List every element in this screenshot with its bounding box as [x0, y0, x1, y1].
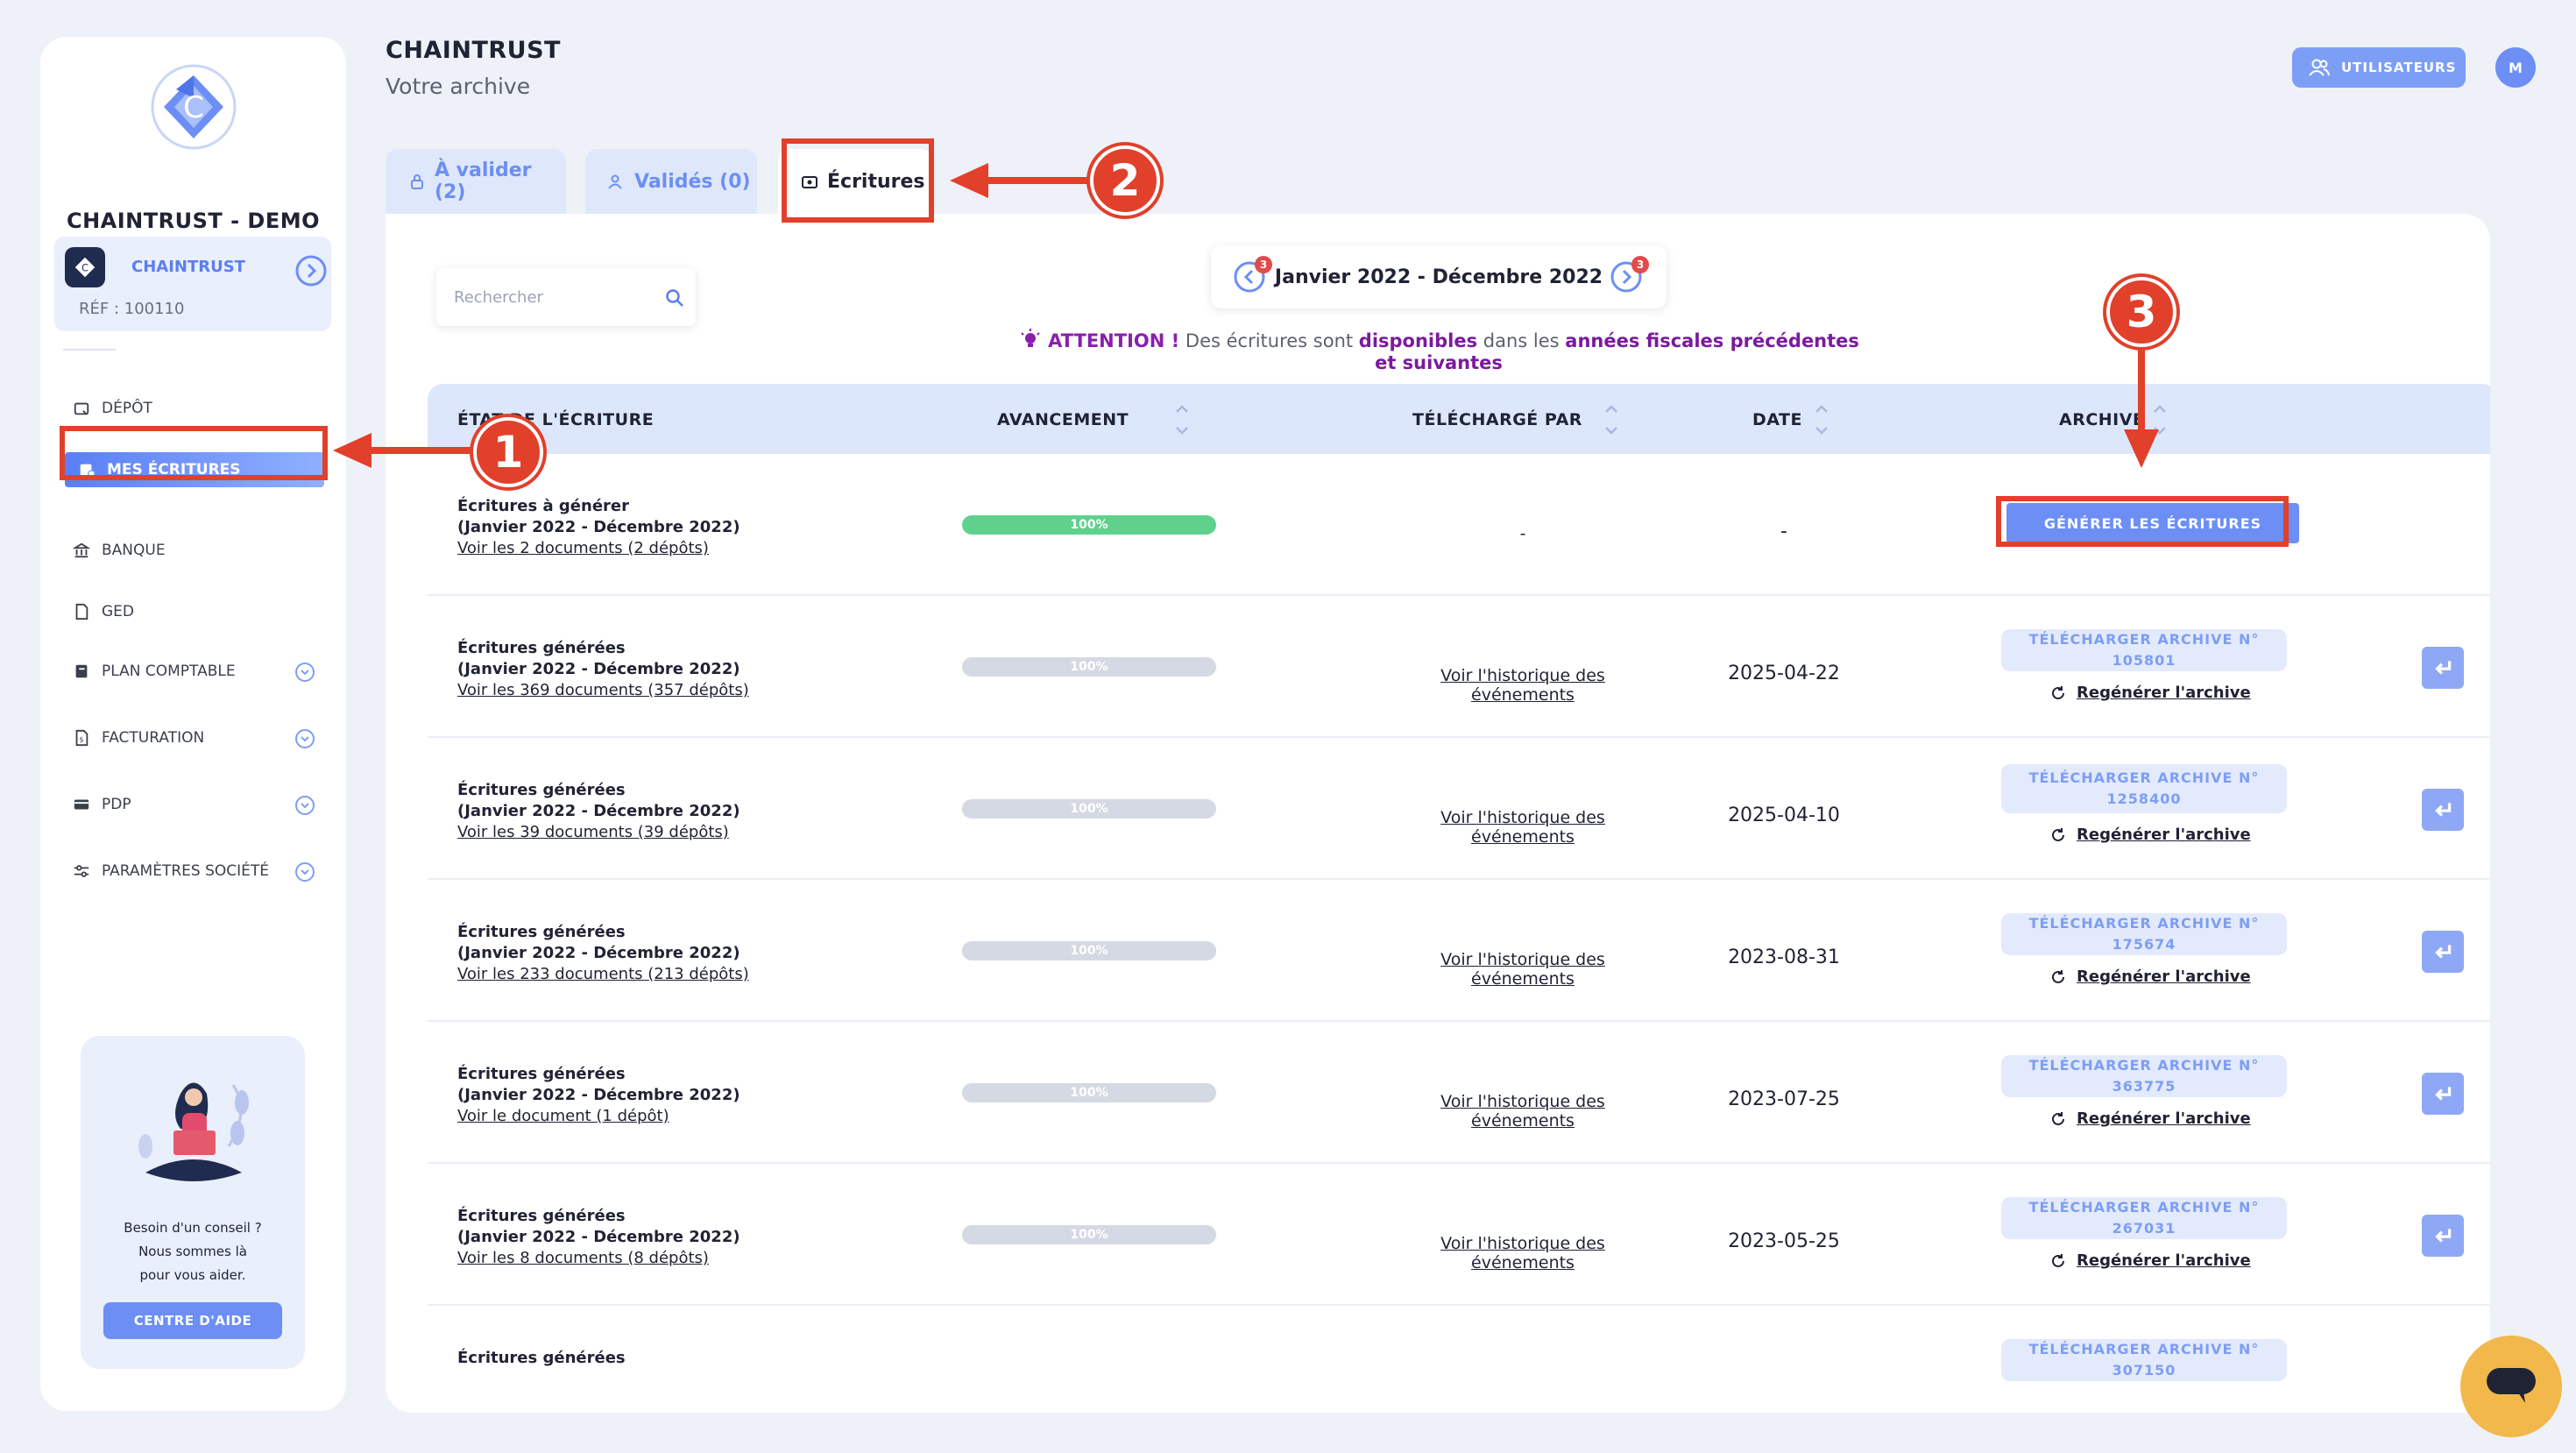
- annotation-arrows: [333, 163, 2159, 468]
- callout-2: 2: [1090, 145, 1160, 216]
- chat-icon: [2485, 1364, 2537, 1408]
- callout-3: 3: [2106, 277, 2176, 347]
- callout-1: 1: [473, 417, 543, 487]
- chat-button[interactable]: [2460, 1336, 2562, 1437]
